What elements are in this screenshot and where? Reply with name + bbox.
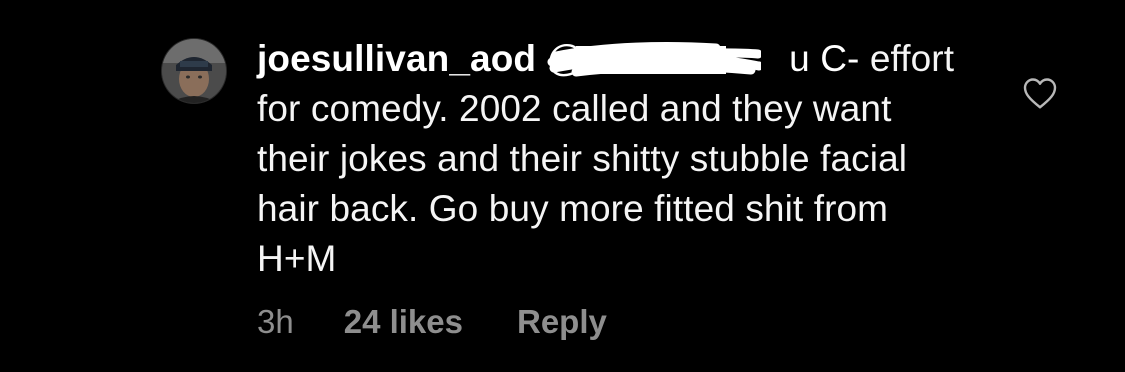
mention-link[interactable]: @ u C- [546, 38, 859, 79]
comment-timestamp: 3h [257, 303, 294, 340]
reply-button[interactable]: Reply [517, 303, 607, 341]
comment-item: joesullivan_aod @ u C- effort for comedy… [0, 0, 1125, 372]
mention-tail: u C- [789, 38, 860, 79]
comment-username[interactable]: joesullivan_aod [257, 38, 536, 79]
comment-meta: 3h 24 likes Reply [257, 300, 607, 344]
comment-text: joesullivan_aod @ u C- effort for comedy… [257, 34, 957, 284]
likes-count-link[interactable]: 24 likes [344, 303, 463, 341]
mention-at: @ [546, 38, 585, 79]
user-avatar[interactable] [162, 39, 226, 103]
avatar-photo-icon [162, 39, 226, 103]
heart-icon[interactable] [1022, 76, 1058, 110]
